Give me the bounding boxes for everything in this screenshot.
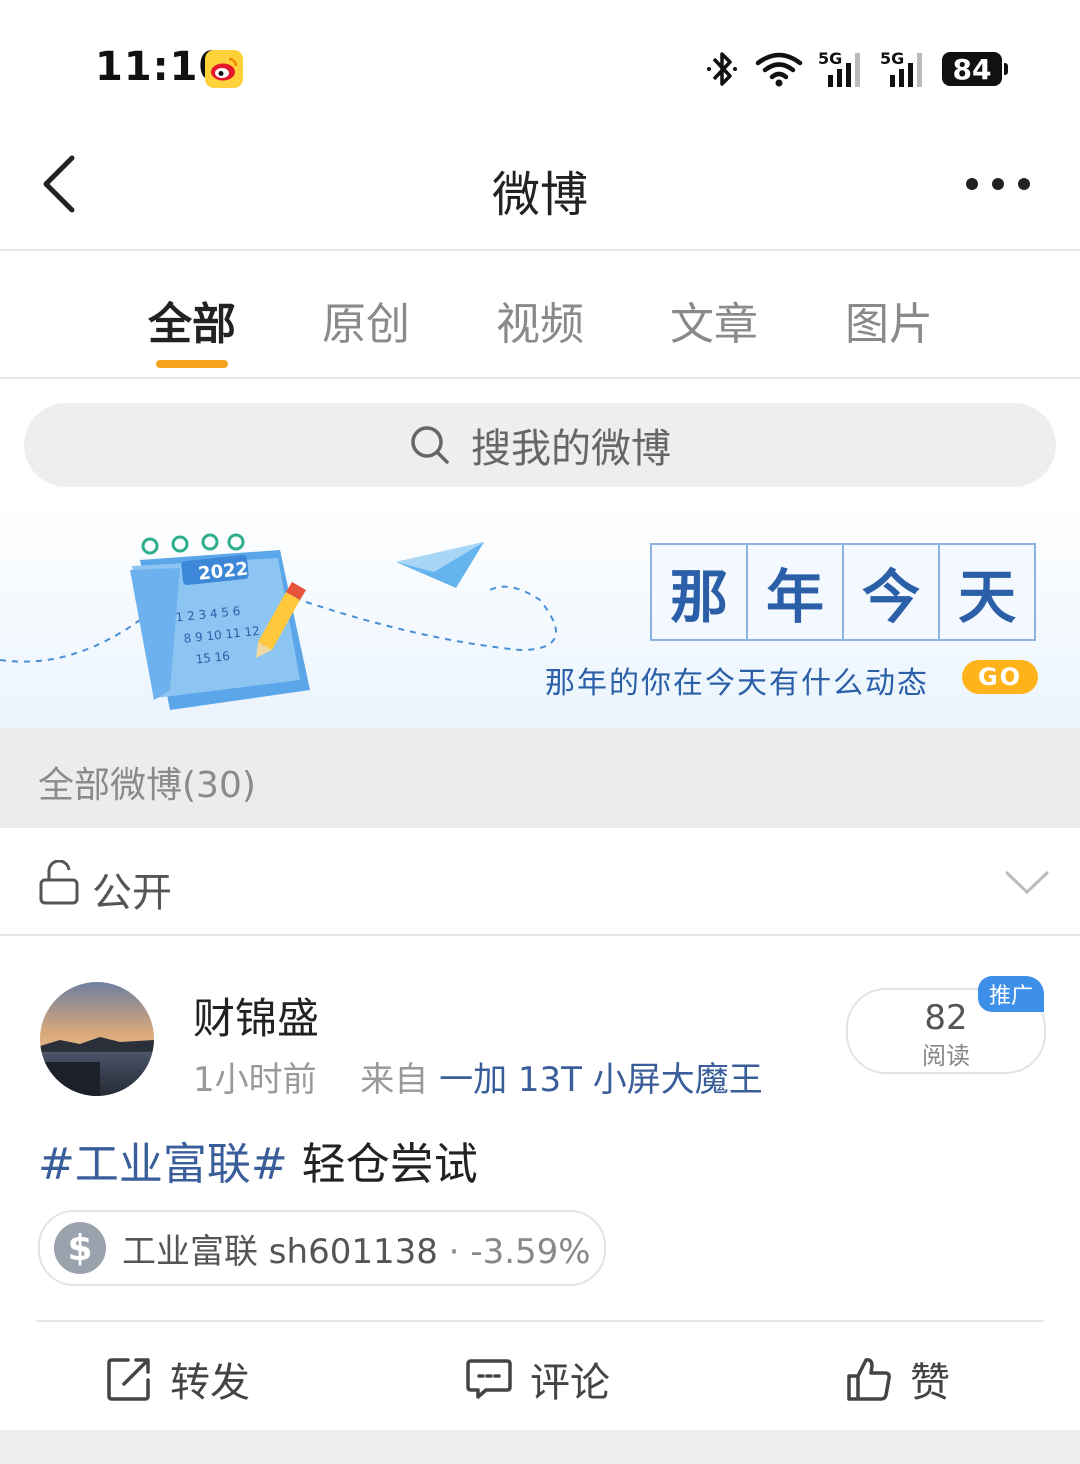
thumbs-up-icon [847, 1358, 891, 1401]
post-time: 1小时前 [193, 1060, 317, 1100]
nav-divider [0, 249, 1080, 251]
repost-icon [107, 1358, 150, 1401]
tab-video[interactable]: 视频 [496, 288, 584, 352]
actions-divider [36, 1320, 1044, 1322]
tabs-divider [0, 377, 1080, 379]
wifi-icon [755, 52, 803, 87]
banner-go-button[interactable]: GO [962, 660, 1038, 694]
list-separator [0, 1430, 1080, 1464]
stock-change: -3.59% [470, 1231, 591, 1272]
promote-badge[interactable]: 推广 [978, 976, 1044, 1012]
avatar[interactable] [40, 982, 154, 1096]
repost-button[interactable]: 转发 [106, 1350, 250, 1408]
post-source[interactable]: 一加 13T 小屏大魔王 [439, 1060, 763, 1100]
on-this-day-banner[interactable]: 2022 1 2 3 4 5 6 8 9 10 11 12 15 16 那 年 … [0, 500, 1080, 728]
calendar-illustration-icon: 2022 1 2 3 4 5 6 8 9 10 11 12 15 16 [130, 533, 310, 710]
section-header: 全部微博(30) [0, 728, 1080, 828]
banner-title-char-2: 年 [746, 543, 844, 641]
visibility-filter[interactable]: 公开 [0, 830, 1080, 934]
active-tab-indicator [156, 360, 228, 368]
search-placeholder: 搜我的微博 [471, 426, 671, 472]
page-title: 微博 [491, 167, 588, 223]
comment-icon [466, 1359, 512, 1399]
banner-subtitle: 那年的你在今天有什么动态 [545, 666, 929, 701]
cellular-signal-1: 5G [818, 49, 866, 89]
tab-image[interactable]: 图片 [845, 288, 933, 352]
cellular-signal-2: 5G [880, 49, 928, 89]
repost-label: 转发 [170, 1360, 250, 1406]
weibo-app-icon [205, 50, 243, 88]
like-button[interactable]: 赞 [846, 1350, 950, 1408]
section-title: 全部微博(30) [38, 765, 256, 806]
like-label: 赞 [910, 1360, 950, 1406]
stock-card[interactable]: $ 工业富联 sh601138 · -3.59% [38, 1210, 606, 1286]
paper-plane-icon [396, 542, 484, 588]
chevron-down-icon [1005, 871, 1049, 895]
reads-label: 阅读 [922, 1042, 970, 1070]
search-icon [411, 426, 449, 464]
post-text: 轻仓尝试 [287, 1139, 478, 1190]
tab-all[interactable]: 全部 [148, 288, 236, 352]
comment-button[interactable]: 评论 [466, 1350, 610, 1408]
post-meta: 1小时前 来自 一加 13T 小屏大魔王 [193, 1052, 763, 1101]
tab-original[interactable]: 原创 [322, 288, 410, 352]
tab-article[interactable]: 文章 [670, 288, 758, 352]
visibility-label: 公开 [92, 870, 172, 916]
banner-title-char-3: 今 [842, 543, 940, 641]
filter-divider [0, 934, 1080, 936]
more-options-icon[interactable] [962, 170, 1034, 198]
banner-title-char-1: 那 [650, 543, 748, 641]
source-prefix: 来自 [360, 1060, 429, 1100]
status-icons: 5G 5G 84 [704, 48, 1008, 90]
banner-title-char-4: 天 [938, 543, 1036, 641]
post-topic-link[interactable]: #工业富联# [38, 1139, 288, 1190]
unlock-icon [39, 860, 79, 905]
battery-indicator: 84 [942, 52, 1008, 86]
post-content: #工业富联# 轻仓尝试 [38, 1128, 478, 1192]
search-input[interactable]: 搜我的微博 [24, 403, 1056, 487]
dollar-icon: $ [54, 1222, 106, 1274]
stock-separator: · [437, 1231, 471, 1272]
comment-label: 评论 [530, 1360, 610, 1406]
author-name[interactable]: 财锦盛 [193, 985, 319, 1046]
stock-name: 工业富联 sh601138 [122, 1231, 438, 1272]
bluetooth-icon [707, 52, 737, 86]
